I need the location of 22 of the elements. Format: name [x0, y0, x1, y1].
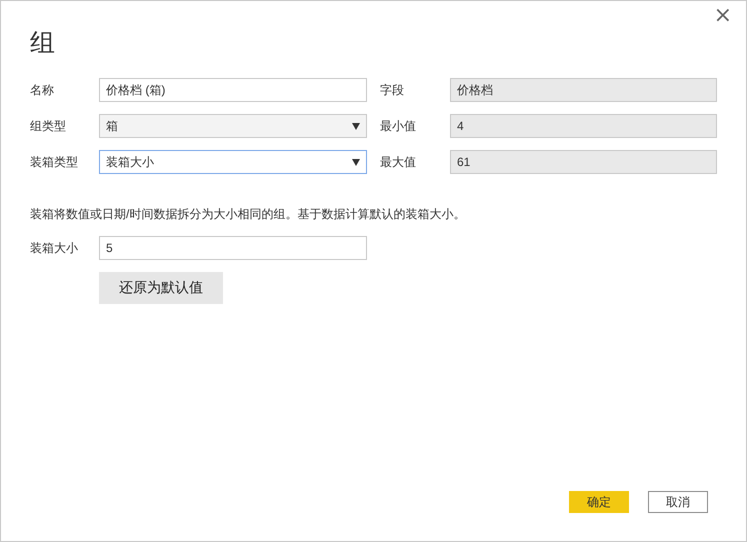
- cancel-button[interactable]: 取消: [648, 491, 708, 513]
- ok-button[interactable]: 确定: [569, 491, 629, 513]
- field-label: 字段: [380, 82, 405, 98]
- caret-icon: [352, 158, 360, 166]
- readonly-field: 4: [450, 114, 717, 138]
- field-label: 最小值: [380, 118, 417, 134]
- field-label: 名称: [30, 82, 55, 98]
- caret-icon: [352, 122, 360, 130]
- dropdown[interactable]: 箱: [99, 114, 367, 138]
- field-label: 装箱类型: [30, 154, 79, 170]
- dialog-title: 组: [30, 28, 56, 59]
- close-button[interactable]: ×: [712, 5, 734, 27]
- field-label: 组类型: [30, 118, 67, 134]
- readonly-field: 61: [450, 150, 717, 174]
- field-label: 装箱大小: [30, 240, 79, 256]
- description-text: 装箱将数值或日期/时间数据拆分为大小相同的组。基于数据计算默认的装箱大小。: [30, 206, 466, 222]
- reset-button[interactable]: 还原为默认值: [99, 272, 223, 304]
- readonly-field: 价格档: [450, 78, 717, 102]
- input-field[interactable]: 价格档 (箱): [99, 78, 367, 102]
- dropdown[interactable]: 装箱大小: [99, 150, 367, 174]
- field-label: 最大值: [380, 154, 417, 170]
- input-field[interactable]: 5: [99, 236, 367, 260]
